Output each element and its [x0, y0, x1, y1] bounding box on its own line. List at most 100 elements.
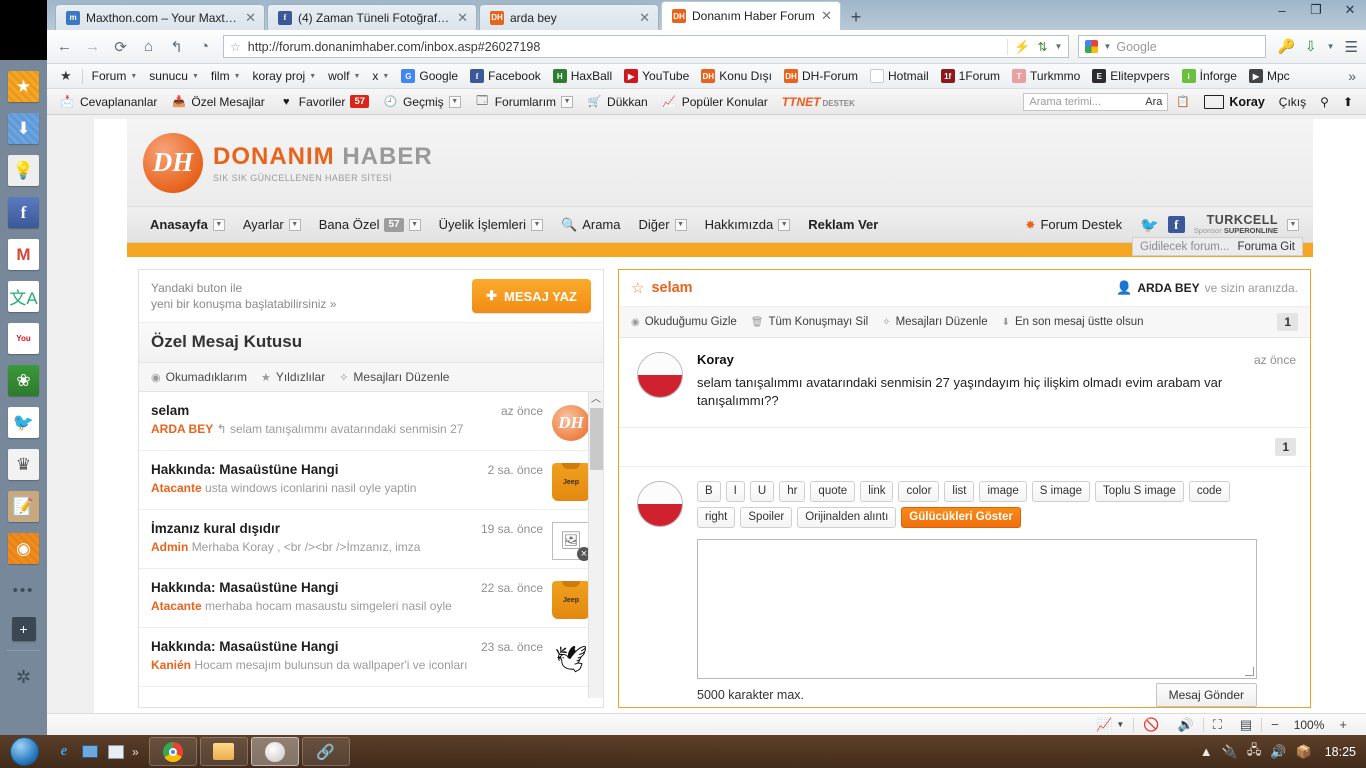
site-search-input[interactable]: Arama terimi... Ara: [1023, 92, 1169, 111]
rss-icon[interactable]: ◉: [8, 533, 39, 564]
forum-jump-button[interactable]: Foruma Git: [1237, 241, 1295, 253]
translate-icon[interactable]: 文A: [8, 281, 39, 312]
close-icon[interactable]: ✕: [245, 10, 256, 26]
quick-launch-overflow-icon[interactable]: »: [132, 745, 139, 759]
bookmark-konu-disi[interactable]: DH Konu Dışı: [695, 66, 778, 87]
forum-jump[interactable]: Gidilecek forum... Foruma Git: [1132, 237, 1303, 256]
show-desktop-icon[interactable]: [80, 742, 100, 762]
bbcode-spoiler-button[interactable]: Spoiler: [740, 507, 793, 529]
nav-reklam-ver[interactable]: Reklam Ver: [799, 217, 887, 232]
toolbar-dukkan[interactable]: 🛒 Dükkan: [580, 95, 655, 109]
scroll-up-icon[interactable]: ︿: [589, 392, 603, 408]
chevron-down-icon[interactable]: ▼: [531, 218, 543, 231]
taskbar-link-button[interactable]: 🔗: [301, 737, 350, 766]
forward-icon[interactable]: →: [83, 37, 102, 56]
list-item[interactable]: Hakkında: Masaüstüne Hangi Atacante merh…: [139, 569, 603, 628]
block-icon[interactable]: 🚫: [1134, 717, 1168, 733]
tab-maxthon[interactable]: m Maxthon.com – Your Maxthon ✕: [55, 4, 265, 30]
zoom-out-button[interactable]: −: [1262, 717, 1288, 732]
star-icon[interactable]: ★: [8, 71, 39, 102]
bbcode-toplu-s-image-button[interactable]: Toplu S image: [1094, 481, 1184, 503]
chevron-down-icon[interactable]: ▼: [1103, 42, 1111, 51]
bbcode-s-image-button[interactable]: S image: [1031, 481, 1090, 503]
show-hidden-icon[interactable]: ▲: [1200, 744, 1213, 759]
taskbar-clock[interactable]: 18:25: [1321, 745, 1356, 759]
download-manager-icon[interactable]: ⇩: [1305, 38, 1317, 55]
bbcode-code-button[interactable]: code: [1188, 481, 1230, 503]
bookmark-wolf[interactable]: wolf ▼: [322, 66, 366, 87]
home-icon[interactable]: ⌂: [139, 37, 158, 56]
facebook-icon[interactable]: f: [8, 197, 39, 228]
bbcode-underline-button[interactable]: U: [749, 481, 775, 503]
nav-diger[interactable]: Diğer ▼: [629, 217, 695, 232]
bbcode-list-button[interactable]: list: [944, 481, 975, 503]
inbox-message-list[interactable]: selam ARDA BEY ↰ selam tanışalımmı avata…: [139, 392, 603, 698]
bbcode-link-button[interactable]: link: [860, 481, 894, 503]
search-input[interactable]: ▼ Google: [1078, 35, 1267, 58]
bookmark-turkmmo[interactable]: T Turkmmo: [1006, 66, 1086, 87]
tool-tum-konusmayi-sil[interactable]: 🗑 Tüm Konuşmayı Sil: [751, 316, 868, 328]
list-item[interactable]: selam ARDA BEY ↰ selam tanışalımmı avata…: [139, 392, 603, 451]
bookmark-elitepvpers[interactable]: E Elitepvpers: [1086, 66, 1175, 87]
close-window-icon[interactable]: ✕: [1340, 2, 1360, 18]
nav-hakkimizda[interactable]: Hakkımızda ▼: [696, 217, 800, 232]
tool-mesajlari-duzenle[interactable]: ✧ Mesajları Düzenle: [882, 316, 987, 328]
chevron-down-icon[interactable]: ▼: [212, 218, 225, 231]
send-message-button[interactable]: Mesaj Gönder: [1155, 683, 1257, 708]
close-icon[interactable]: ✕: [821, 8, 832, 24]
bookmark-inforge[interactable]: i İnforge: [1176, 66, 1243, 87]
bbcode-bold-button[interactable]: B: [697, 481, 721, 503]
chevron-down-icon[interactable]: ▼: [561, 95, 574, 108]
nav-anasayfa[interactable]: Anasayfa ▼: [141, 217, 234, 232]
notes-icon[interactable]: 📝: [8, 491, 39, 522]
minimize-icon[interactable]: ‒: [1272, 3, 1292, 18]
bbcode-color-button[interactable]: color: [898, 481, 940, 503]
user-menu[interactable]: Koray: [1197, 94, 1271, 109]
address-bar[interactable]: ☆ http://forum.donanimhaber.com/inbox.as…: [223, 35, 1070, 58]
fullscreen-icon[interactable]: ⛶: [1204, 717, 1231, 733]
password-key-icon[interactable]: 🔑: [1277, 38, 1294, 55]
list-item[interactable]: Hakkında: Masaüstüne Hangi Atacante usta…: [139, 451, 603, 510]
toolbar-forumlarim[interactable]: 🗔 Forumlarım ▼: [468, 95, 580, 109]
undo-icon[interactable]: ↰: [167, 37, 186, 56]
star-icon[interactable]: ☆: [631, 279, 644, 297]
bookmark-koray-proj[interactable]: koray proj ▼: [247, 66, 323, 87]
nav-uyelik-islemleri[interactable]: Üyelik İşlemleri ▼: [430, 217, 552, 232]
chess-icon[interactable]: ♛: [8, 449, 39, 480]
gear-icon[interactable]: ✲: [8, 662, 39, 693]
chevron-down-icon[interactable]: ▼: [1327, 42, 1335, 51]
list-item[interactable]: [139, 687, 603, 698]
site-logo[interactable]: DH DONANIM HABER SIK SIK GÜNCELLENEN HAB…: [143, 132, 433, 193]
tab-arda-bey[interactable]: DH arda bey ✕: [479, 4, 659, 30]
history-icon[interactable]: ◔: [195, 37, 214, 56]
start-button[interactable]: [0, 735, 48, 768]
reader-icon[interactable]: ▤: [1231, 717, 1261, 733]
bookmarks-overflow-icon[interactable]: »: [1344, 68, 1360, 84]
tool-okudugumu-gizle[interactable]: ◉ Okuduğumu Gizle: [631, 316, 737, 328]
bookmark-mpc[interactable]: ▶ Mpc: [1243, 66, 1296, 87]
browser-side-rail[interactable]: ★ ⬇ 💡 f M 文A You ❀ 🐦 ♛ 📝 ◉ ••• + ✲: [0, 0, 47, 735]
bbcode-italic-button[interactable]: I: [725, 481, 745, 503]
nav-arama[interactable]: 🔍 Arama: [552, 217, 629, 233]
bookmark-haxball[interactable]: H HaxBall: [547, 66, 618, 87]
restore-icon[interactable]: ❐: [1306, 2, 1326, 18]
toolbar-cevaplananlar[interactable]: 📩 Cevaplananlar: [53, 95, 164, 109]
notifications-icon[interactable]: 📋: [1168, 95, 1197, 109]
taskbar-maxthon-button[interactable]: [250, 737, 299, 766]
bookmark-film[interactable]: film ▼: [205, 66, 247, 87]
dropbox-icon[interactable]: 📦: [1296, 744, 1312, 760]
gmail-icon[interactable]: M: [8, 239, 39, 270]
search-button[interactable]: Ara: [1145, 96, 1162, 108]
activity-icon[interactable]: 📈 ▼: [1087, 717, 1133, 733]
zoom-in-button[interactable]: +: [1330, 717, 1356, 732]
youtube-icon[interactable]: You: [8, 323, 39, 354]
bookmark-sunucu[interactable]: sunucu ▼: [143, 66, 205, 87]
network-icon[interactable]: 🖧: [1247, 741, 1262, 763]
back-icon[interactable]: ←: [55, 37, 74, 56]
scroll-top-icon[interactable]: ⬆: [1336, 95, 1360, 109]
message-author[interactable]: Koray: [697, 352, 734, 367]
twitter-icon[interactable]: 🐦: [8, 407, 39, 438]
pin-icon[interactable]: ⚲: [1313, 95, 1336, 109]
toolbar-ozel-mesajlar[interactable]: 📥 Özel Mesajlar: [164, 95, 271, 109]
nature-icon[interactable]: ❀: [8, 365, 39, 396]
